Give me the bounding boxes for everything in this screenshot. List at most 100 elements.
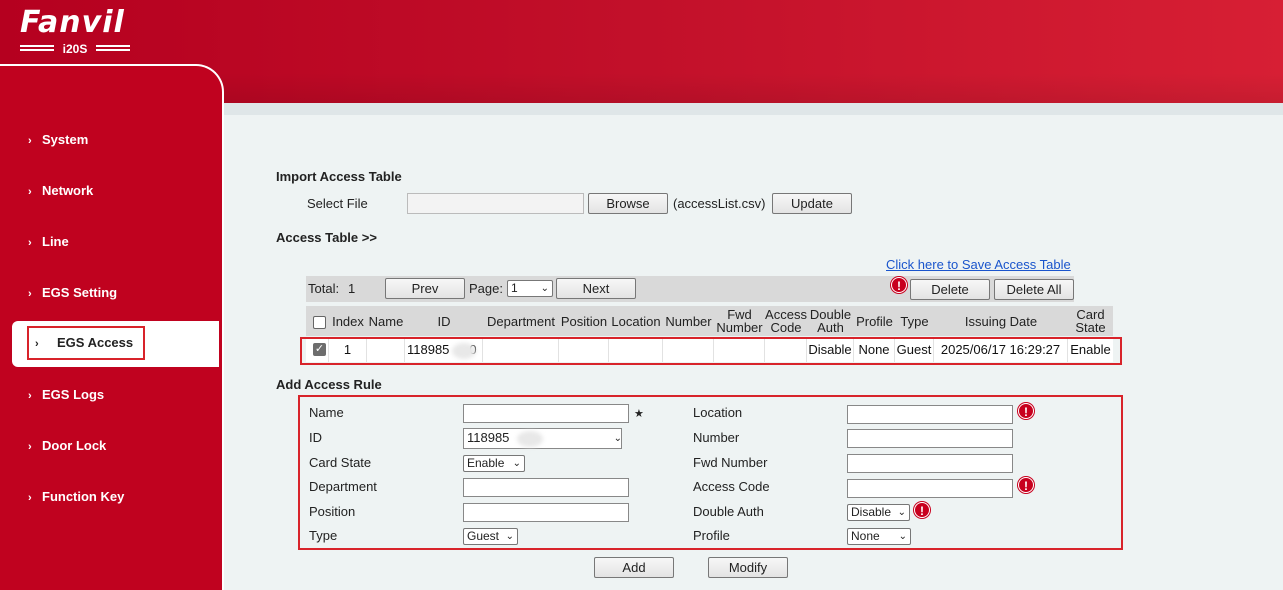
name-input[interactable]: [463, 404, 629, 423]
col-type: Type: [900, 313, 929, 329]
sidebar-item-label: EGS Setting: [42, 285, 118, 300]
chevron-right-icon: ›: [28, 135, 32, 147]
col-name: Name: [368, 313, 404, 329]
number-label: Number: [693, 430, 740, 445]
id-dropdown[interactable]: ⌄: [608, 428, 622, 449]
sidebar-item-label: EGS Logs: [42, 387, 105, 402]
page-select[interactable]: 1 ⌄: [507, 280, 553, 297]
warning-icon: !: [1018, 477, 1034, 493]
warning-icon: !: [891, 277, 907, 293]
chevron-down-icon: ⌄: [512, 458, 521, 469]
col-number: Number: [665, 313, 712, 329]
required-star-icon: ★: [634, 408, 644, 420]
chevron-down-icon: ⌄: [505, 531, 514, 542]
card-state-select[interactable]: Enable ⌄: [463, 455, 525, 472]
chevron-down-icon: ⌄: [898, 531, 907, 542]
add-rule-title: Add Access Rule: [276, 377, 382, 392]
update-button[interactable]: Update: [772, 193, 852, 214]
total-value: 1: [348, 281, 356, 296]
name-label: Name: [309, 405, 344, 420]
modify-button[interactable]: Modify: [708, 557, 788, 578]
location-label: Location: [693, 405, 743, 420]
type-value: Guest: [467, 529, 500, 543]
access-code-label: Access Code: [693, 479, 770, 494]
sidebar-item-label: Door Lock: [42, 438, 107, 453]
double-auth-label: Double Auth: [693, 504, 764, 519]
location-input[interactable]: [847, 405, 1013, 424]
number-input[interactable]: [847, 429, 1013, 448]
page-label: Page:: [469, 281, 503, 296]
chevron-down-icon: ⌄: [540, 283, 549, 294]
row-highlight-box: [300, 337, 1122, 365]
sidebar-item-egs-logs[interactable]: › EGS Logs: [28, 385, 104, 405]
sidebar-item-line[interactable]: › Line: [28, 232, 69, 252]
fwd-number-input[interactable]: [847, 454, 1013, 473]
department-label: Department: [309, 479, 377, 494]
chevron-right-icon: ›: [35, 338, 39, 350]
redaction-blur: [517, 431, 543, 447]
file-path-input[interactable]: [407, 193, 584, 214]
chevron-down-icon: ⌄: [897, 507, 906, 518]
department-input[interactable]: [463, 478, 629, 497]
col-issuing-date: Issuing Date: [964, 313, 1038, 329]
card-state-value: Enable: [467, 456, 505, 470]
col-index: Index: [332, 313, 364, 329]
main-content: Import Access Table Select File Browse (…: [222, 115, 1283, 590]
sidebar-item-label: EGS Access: [57, 335, 134, 350]
add-button[interactable]: Add: [594, 557, 674, 578]
delete-button[interactable]: Delete: [910, 279, 990, 300]
profile-value: None: [851, 529, 880, 543]
select-all-checkbox[interactable]: [313, 316, 326, 329]
id-label: ID: [309, 430, 322, 445]
col-profile: Profile: [856, 313, 893, 329]
warning-icon: !: [914, 502, 930, 518]
id-input-value: 118985: [467, 430, 510, 445]
col-location: Location: [611, 313, 661, 329]
chevron-right-icon: ›: [28, 288, 32, 300]
chevron-right-icon: ›: [28, 390, 32, 402]
chevron-right-icon: ›: [28, 492, 32, 504]
profile-select[interactable]: None ⌄: [847, 528, 911, 545]
delete-all-button[interactable]: Delete All: [994, 279, 1074, 300]
total-label: Total:: [308, 281, 340, 296]
select-file-label: Select File: [307, 196, 368, 211]
sidebar-item-egs-setting[interactable]: › EGS Setting: [28, 283, 117, 303]
col-double-auth: Double Auth: [809, 307, 852, 335]
access-table-title[interactable]: Access Table >>: [276, 230, 377, 245]
type-label: Type: [309, 528, 338, 543]
col-card-state: Card State: [1075, 307, 1106, 335]
sidebar-item-network[interactable]: › Network: [28, 181, 93, 201]
chevron-right-icon: ›: [28, 186, 32, 198]
double-auth-select[interactable]: Disable ⌄: [847, 504, 910, 521]
col-fwd-number: Fwd Number: [716, 307, 763, 335]
sidebar-item-function-key[interactable]: › Function Key: [28, 487, 124, 507]
logo-model: i20S: [20, 42, 130, 56]
col-access-code: Access Code: [765, 307, 807, 335]
chevron-right-icon: ›: [28, 441, 32, 453]
card-state-label: Card State: [309, 455, 372, 470]
sidebar-item-label: System: [42, 132, 89, 147]
content-top-band: [222, 103, 1283, 115]
position-label: Position: [309, 504, 356, 519]
import-title: Import Access Table: [276, 169, 402, 184]
chevron-down-icon: ⌄: [613, 433, 622, 444]
sidebar-item-label: Network: [42, 183, 94, 198]
file-format-hint: (accessList.csv): [673, 196, 766, 211]
double-auth-value: Disable: [851, 505, 892, 519]
sidebar-item-label: Line: [42, 234, 69, 249]
profile-label: Profile: [693, 528, 730, 543]
warning-icon: !: [1018, 403, 1034, 419]
sidebar-item-door-lock[interactable]: › Door Lock: [28, 436, 106, 456]
position-input[interactable]: [463, 503, 629, 522]
sidebar-item-egs-access[interactable]: › EGS Access: [27, 326, 145, 360]
sidebar-item-system[interactable]: › System: [28, 130, 88, 150]
type-select[interactable]: Guest ⌄: [463, 528, 518, 545]
prev-button[interactable]: Prev: [385, 278, 465, 299]
next-button[interactable]: Next: [556, 278, 636, 299]
save-access-table-link[interactable]: Click here to Save Access Table: [886, 257, 1071, 272]
access-code-input[interactable]: [847, 479, 1013, 498]
fanvil-logo: Fanvil i20S: [20, 6, 132, 56]
col-id: ID: [437, 313, 451, 329]
browse-button[interactable]: Browse: [588, 193, 668, 214]
chevron-right-icon: ›: [28, 237, 32, 249]
